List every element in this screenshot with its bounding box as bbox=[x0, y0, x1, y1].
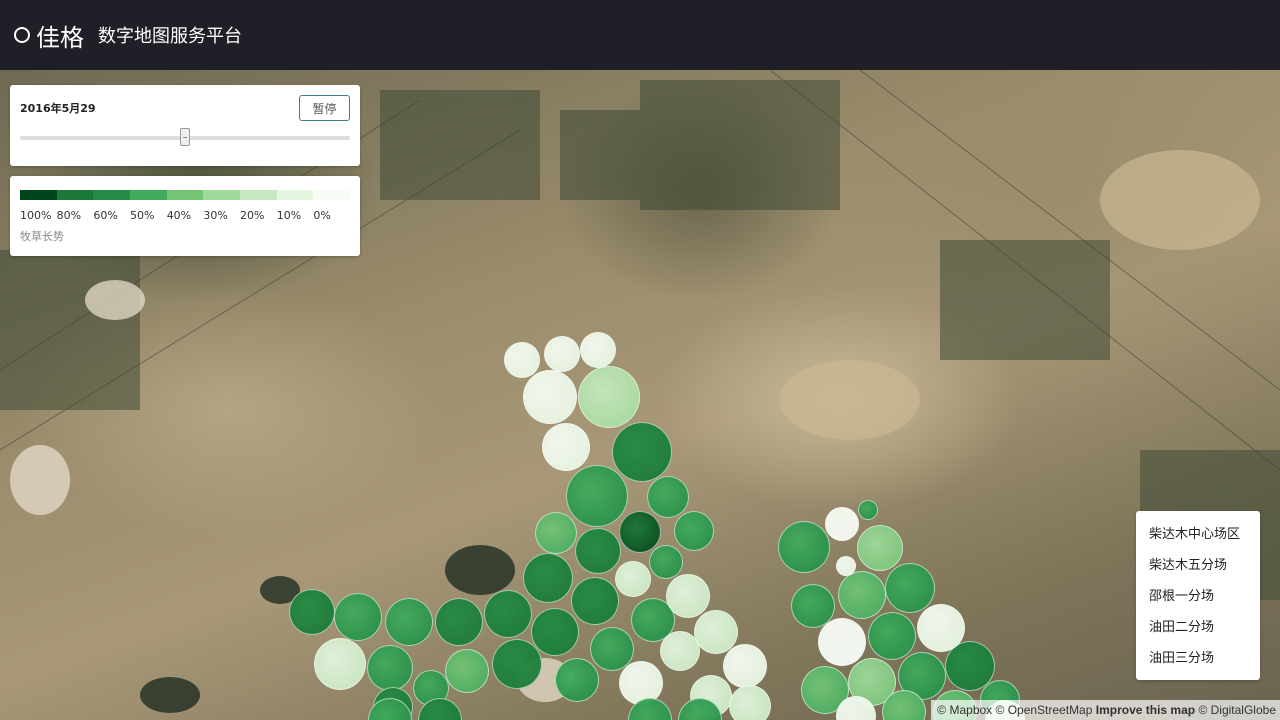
farm-list-item[interactable]: 柴达木五分场 bbox=[1136, 554, 1260, 585]
legend-swatch bbox=[166, 190, 204, 200]
irrigation-field[interactable] bbox=[566, 465, 628, 527]
legend-ticks: 100% 80% 60% 50% 40% 30% 20% 10% 0% bbox=[20, 209, 350, 222]
irrigation-field[interactable] bbox=[666, 574, 710, 618]
top-bar: 佳格 数字地图服务平台 bbox=[0, 0, 1280, 70]
irrigation-field[interactable] bbox=[858, 500, 878, 520]
farm-list-item[interactable]: 邵根一分场 bbox=[1136, 585, 1260, 616]
map-attribution: © Mapbox © OpenStreetMap Improve this ma… bbox=[931, 700, 1280, 720]
legend-swatch bbox=[313, 190, 351, 200]
legend-tick-label: 80% bbox=[56, 209, 82, 222]
irrigation-field[interactable] bbox=[531, 608, 579, 656]
satellite-map[interactable] bbox=[0, 70, 1280, 720]
irrigation-field[interactable] bbox=[289, 589, 335, 635]
irrigation-field[interactable] bbox=[535, 512, 577, 554]
brand-name: 佳格 bbox=[36, 23, 84, 52]
legend-panel: 100% 80% 60% 50% 40% 30% 20% 10% 0% 牧草长势 bbox=[10, 176, 360, 256]
irrigation-field[interactable] bbox=[825, 507, 859, 541]
legend-title: 牧草长势 bbox=[20, 230, 64, 243]
legend-swatch bbox=[203, 190, 241, 200]
irrigation-field[interactable] bbox=[484, 590, 532, 638]
irrigation-field[interactable] bbox=[917, 604, 965, 652]
legend-tick-label: 0% bbox=[313, 209, 331, 222]
irrigation-field[interactable] bbox=[818, 618, 866, 666]
irrigation-field[interactable] bbox=[334, 593, 382, 641]
irrigation-field[interactable] bbox=[555, 658, 599, 702]
irrigation-field[interactable] bbox=[523, 553, 573, 603]
legend-swatch bbox=[93, 190, 131, 200]
irrigation-field[interactable] bbox=[723, 644, 767, 688]
irrigation-field[interactable] bbox=[649, 545, 683, 579]
irrigation-field[interactable] bbox=[544, 336, 580, 372]
irrigation-field[interactable] bbox=[523, 370, 577, 424]
irrigation-field[interactable] bbox=[660, 631, 700, 671]
slider-handle[interactable] bbox=[180, 128, 190, 146]
farm-list-item[interactable]: 柴达木中心场区 bbox=[1136, 523, 1260, 554]
pause-button[interactable]: 暂停 bbox=[299, 95, 350, 121]
legend-tick-label: 60% bbox=[93, 209, 118, 222]
legend-swatch bbox=[276, 190, 314, 200]
irrigation-field[interactable] bbox=[612, 422, 672, 482]
irrigation-field[interactable] bbox=[571, 577, 619, 625]
irrigation-field[interactable] bbox=[445, 649, 489, 693]
legend-swatch bbox=[130, 190, 167, 200]
irrigation-field[interactable] bbox=[729, 685, 771, 720]
irrigation-field[interactable] bbox=[542, 423, 590, 471]
irrigation-field[interactable] bbox=[868, 612, 916, 660]
legend-tick-label: 40% bbox=[166, 209, 192, 222]
irrigation-field[interactable] bbox=[504, 342, 540, 378]
irrigation-field[interactable] bbox=[647, 476, 689, 518]
irrigation-field[interactable] bbox=[492, 639, 542, 689]
legend-tick-label: 20% bbox=[240, 209, 265, 222]
irrigation-field[interactable] bbox=[435, 598, 483, 646]
legend-tick-label: 100% bbox=[20, 209, 52, 222]
farm-list-item[interactable]: 油田二分场 bbox=[1136, 616, 1260, 647]
osm-link[interactable]: © OpenStreetMap bbox=[996, 703, 1093, 717]
irrigation-field[interactable] bbox=[385, 598, 433, 646]
farm-list-panel: 柴达木中心场区 柴达木五分场 邵根一分场 油田二分场 油田三分场 bbox=[1136, 511, 1260, 680]
legend-tick-label: 10% bbox=[276, 209, 302, 222]
irrigation-field[interactable] bbox=[580, 332, 616, 368]
current-date: 2016年5月29 bbox=[20, 102, 96, 115]
irrigation-field[interactable] bbox=[578, 366, 640, 428]
irrigation-field[interactable] bbox=[838, 571, 886, 619]
platform-title: 数字地图服务平台 bbox=[98, 26, 242, 47]
digitalglobe-link[interactable]: © DigitalGlobe bbox=[1198, 703, 1276, 717]
irrigation-field[interactable] bbox=[314, 638, 366, 690]
legend-tick-label: 30% bbox=[203, 209, 228, 222]
irrigation-field[interactable] bbox=[615, 561, 651, 597]
timeline-panel: 2016年5月29 暂停 bbox=[10, 85, 360, 166]
legend-swatch bbox=[240, 190, 277, 200]
mapbox-link[interactable]: © Mapbox bbox=[937, 703, 992, 717]
irrigation-field[interactable] bbox=[575, 528, 621, 574]
legend-color-bar bbox=[20, 190, 351, 200]
irrigation-field[interactable] bbox=[778, 521, 830, 573]
irrigation-field[interactable] bbox=[857, 525, 903, 571]
farm-list-item[interactable]: 油田三分场 bbox=[1136, 647, 1260, 678]
irrigation-field[interactable] bbox=[885, 563, 935, 613]
irrigation-field[interactable] bbox=[619, 511, 661, 553]
timeline-slider[interactable] bbox=[20, 128, 350, 146]
irrigation-field[interactable] bbox=[836, 556, 856, 576]
irrigation-field[interactable] bbox=[674, 511, 714, 551]
legend-tick-label: 50% bbox=[130, 209, 155, 222]
legend-swatch bbox=[20, 190, 57, 200]
irrigation-field[interactable] bbox=[367, 645, 413, 691]
improve-map-link[interactable]: Improve this map bbox=[1096, 703, 1195, 717]
logo-icon bbox=[14, 27, 30, 43]
legend-swatch bbox=[56, 190, 94, 200]
